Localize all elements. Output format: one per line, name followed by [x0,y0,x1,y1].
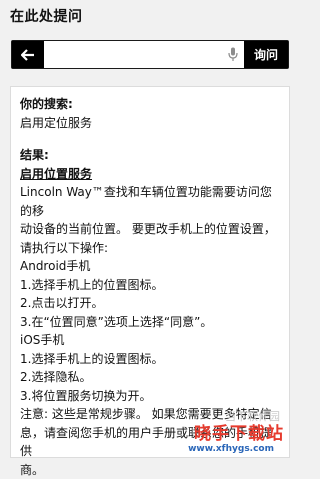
result-line: iOS手机 [20,331,280,350]
result-line: Android手机 [20,257,280,276]
back-arrow-icon [21,49,35,61]
answer-card: 你的搜索: 启用定位服务 结果: 启用位置服务 Lincoln Way™查找和车… [10,86,290,458]
result-label: 结果: [20,146,280,165]
result-line: 动设备的当前位置。 要更改手机上的位置设置， [20,220,280,239]
result-line: 2.点击以打开。 [20,294,280,313]
microphone-button[interactable] [222,41,244,68]
result-line: Lincoln Way™查找和车辆位置功能需要访问您的移 [20,183,280,220]
query-text: 启用定位服务 [20,114,280,133]
watermark-line-3: www.xfhygs.com [188,444,274,454]
result-line: 2.选择隐私。 [20,368,280,387]
watermark: 当下软件园 晓手下载站 www.xfhygs.com [176,406,294,454]
back-button[interactable] [12,41,44,68]
result-line: 商。 [20,461,280,479]
query-label: 你的搜索: [20,95,280,114]
ask-button[interactable]: 询问 [244,41,288,68]
result-line: 请执行以下操作: [20,239,280,258]
result-line: 1.选择手机上的位置图标。 [20,276,280,295]
result-title[interactable]: 启用位置服务 [20,165,280,184]
search-bar: 询问 [11,40,289,69]
result-line: 1.选择手机上的设置图标。 [20,350,280,369]
page-title: 在此处提问 [10,6,83,26]
microphone-icon [228,47,238,62]
search-input[interactable] [44,41,222,68]
result-line: 3.将位置服务切换为开。 [20,387,280,406]
watermark-line-2: 晓手下载站 [194,419,284,444]
result-line: 3.在“位置同意”选项上选择“同意”。 [20,313,280,332]
